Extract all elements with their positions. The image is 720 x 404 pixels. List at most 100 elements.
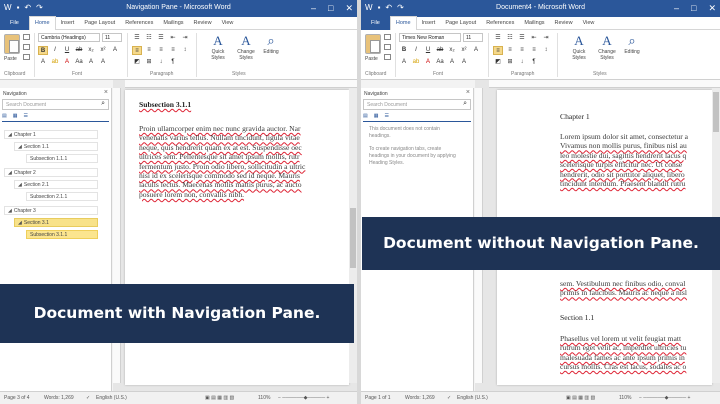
maximize-icon[interactable]: □: [328, 2, 333, 14]
show-marks-icon[interactable]: ¶: [529, 58, 539, 67]
tab-mailings[interactable]: Mailings: [519, 17, 549, 30]
clear-format-icon[interactable]: A: [110, 46, 120, 55]
grow-font-icon[interactable]: A: [447, 58, 457, 67]
paste-icon[interactable]: [4, 34, 20, 54]
highlight-icon[interactable]: ab: [411, 58, 421, 67]
heading-item[interactable]: Subsection 2.1.1: [26, 192, 98, 201]
change-case-icon[interactable]: Aa: [435, 58, 445, 67]
superscript-button[interactable]: x²: [459, 46, 469, 55]
close-pane-icon[interactable]: ×: [104, 89, 108, 96]
zoom-level[interactable]: 110%: [619, 395, 631, 401]
increase-indent-icon[interactable]: ⇥: [541, 34, 551, 43]
heading-item-current[interactable]: Subsection 3.1.1: [26, 230, 98, 239]
align-right-icon[interactable]: ≡: [517, 46, 527, 55]
font-size-box[interactable]: 11: [102, 33, 122, 42]
scrollbar-thumb[interactable]: [350, 208, 356, 268]
scrollbar-thumb[interactable]: [713, 92, 719, 132]
line-spacing-icon[interactable]: ↕: [541, 46, 551, 55]
tab-review[interactable]: Review: [189, 17, 217, 30]
tab-results-icon[interactable]: ☰: [384, 113, 388, 121]
page-count[interactable]: Page 3 of 4: [4, 395, 30, 401]
italic-button[interactable]: I: [411, 46, 421, 55]
format-painter-icon[interactable]: [384, 54, 391, 60]
tab-page-layout[interactable]: Page Layout: [79, 17, 120, 30]
tab-page-layout[interactable]: Page Layout: [440, 17, 481, 30]
font-color-icon[interactable]: A: [423, 58, 433, 67]
format-painter-icon[interactable]: [23, 54, 30, 60]
superscript-button[interactable]: x²: [98, 46, 108, 55]
clear-format-icon[interactable]: A: [471, 46, 481, 55]
subscript-button[interactable]: x₂: [86, 46, 96, 55]
show-marks-icon[interactable]: ¶: [168, 58, 178, 67]
sort-icon[interactable]: ↓: [156, 58, 166, 67]
borders-icon[interactable]: ⊞: [144, 58, 154, 67]
tab-pages-icon[interactable]: ▦: [13, 113, 18, 121]
close-pane-icon[interactable]: ×: [466, 89, 470, 96]
change-styles-button[interactable]: A Change Styles: [233, 33, 259, 61]
multilevel-list-icon[interactable]: ☰: [517, 34, 527, 43]
align-left-icon[interactable]: ≡: [132, 46, 142, 55]
align-right-icon[interactable]: ≡: [156, 46, 166, 55]
heading-item[interactable]: Subsection 1.1.1: [26, 154, 98, 163]
shading-icon[interactable]: ◩: [493, 58, 503, 67]
tab-references[interactable]: References: [120, 17, 158, 30]
bold-button[interactable]: B: [399, 46, 409, 55]
word-count[interactable]: Words: 1,269: [405, 395, 435, 401]
search-icon[interactable]: ⌕: [463, 100, 467, 108]
tab-references[interactable]: References: [481, 17, 519, 30]
cut-icon[interactable]: [23, 34, 30, 40]
proofing-icon[interactable]: ✓: [86, 395, 90, 401]
bullets-icon[interactable]: ☰: [493, 34, 503, 43]
underline-button[interactable]: U: [62, 46, 72, 55]
heading-item[interactable]: ◢ Chapter 3: [4, 206, 98, 215]
subscript-button[interactable]: x₂: [447, 46, 457, 55]
decrease-indent-icon[interactable]: ⇤: [168, 34, 178, 43]
increase-indent-icon[interactable]: ⇥: [180, 34, 190, 43]
proofing-icon[interactable]: ✓: [447, 395, 451, 401]
language[interactable]: English (U.S.): [96, 395, 127, 401]
tab-insert[interactable]: Insert: [56, 17, 80, 30]
paste-icon[interactable]: [365, 34, 381, 54]
line-spacing-icon[interactable]: ↕: [180, 46, 190, 55]
editing-button[interactable]: ⌕ Editing: [622, 33, 642, 55]
sort-icon[interactable]: ↓: [517, 58, 527, 67]
underline-button[interactable]: U: [423, 46, 433, 55]
view-buttons[interactable]: ▣ ▤ ▦ ▥ ▧: [205, 395, 234, 401]
text-effects-icon[interactable]: A: [38, 58, 48, 67]
tab-file[interactable]: File: [0, 16, 29, 30]
font-color-icon[interactable]: A: [62, 58, 72, 67]
multilevel-list-icon[interactable]: ☰: [156, 34, 166, 43]
search-icon[interactable]: ⌕: [101, 100, 105, 108]
search-input[interactable]: Search Document ⌕: [363, 99, 471, 110]
justify-icon[interactable]: ≡: [529, 46, 539, 55]
heading-item[interactable]: ◢ Section 2.1: [14, 180, 98, 189]
heading-item[interactable]: ◢ Section 1.1: [14, 142, 98, 151]
tab-file[interactable]: File: [361, 16, 390, 30]
change-styles-button[interactable]: A Change Styles: [594, 33, 620, 61]
highlight-icon[interactable]: ab: [50, 58, 60, 67]
borders-icon[interactable]: ⊞: [505, 58, 515, 67]
heading-item-selected[interactable]: ◢ Section 3.1: [14, 218, 98, 227]
tab-view[interactable]: View: [217, 17, 239, 30]
quick-styles-button[interactable]: A Quick Styles: [205, 33, 231, 61]
zoom-slider[interactable]: − ──────◆───── +: [639, 395, 690, 401]
shrink-font-icon[interactable]: A: [98, 58, 108, 67]
font-name-box[interactable]: Cambria (Headings): [38, 33, 100, 42]
tab-pages-icon[interactable]: ▦: [374, 113, 379, 121]
tab-headings-icon[interactable]: ▤: [2, 113, 7, 121]
zoom-slider[interactable]: − ──────◆───── +: [278, 395, 329, 401]
numbering-icon[interactable]: ☷: [144, 34, 154, 43]
word-count[interactable]: Words: 1,269: [44, 395, 74, 401]
tab-mailings[interactable]: Mailings: [158, 17, 188, 30]
bullets-icon[interactable]: ☰: [132, 34, 142, 43]
tab-home[interactable]: Home: [389, 16, 417, 30]
shading-icon[interactable]: ◩: [132, 58, 142, 67]
align-center-icon[interactable]: ≡: [144, 46, 154, 55]
quick-styles-button[interactable]: A Quick Styles: [566, 33, 592, 61]
view-buttons[interactable]: ▣ ▤ ▦ ▥ ▧: [566, 395, 595, 401]
tab-headings-icon[interactable]: ▤: [363, 113, 368, 121]
copy-icon[interactable]: [23, 44, 30, 50]
justify-icon[interactable]: ≡: [168, 46, 178, 55]
editing-button[interactable]: ⌕ Editing: [261, 33, 281, 55]
shrink-font-icon[interactable]: A: [459, 58, 469, 67]
